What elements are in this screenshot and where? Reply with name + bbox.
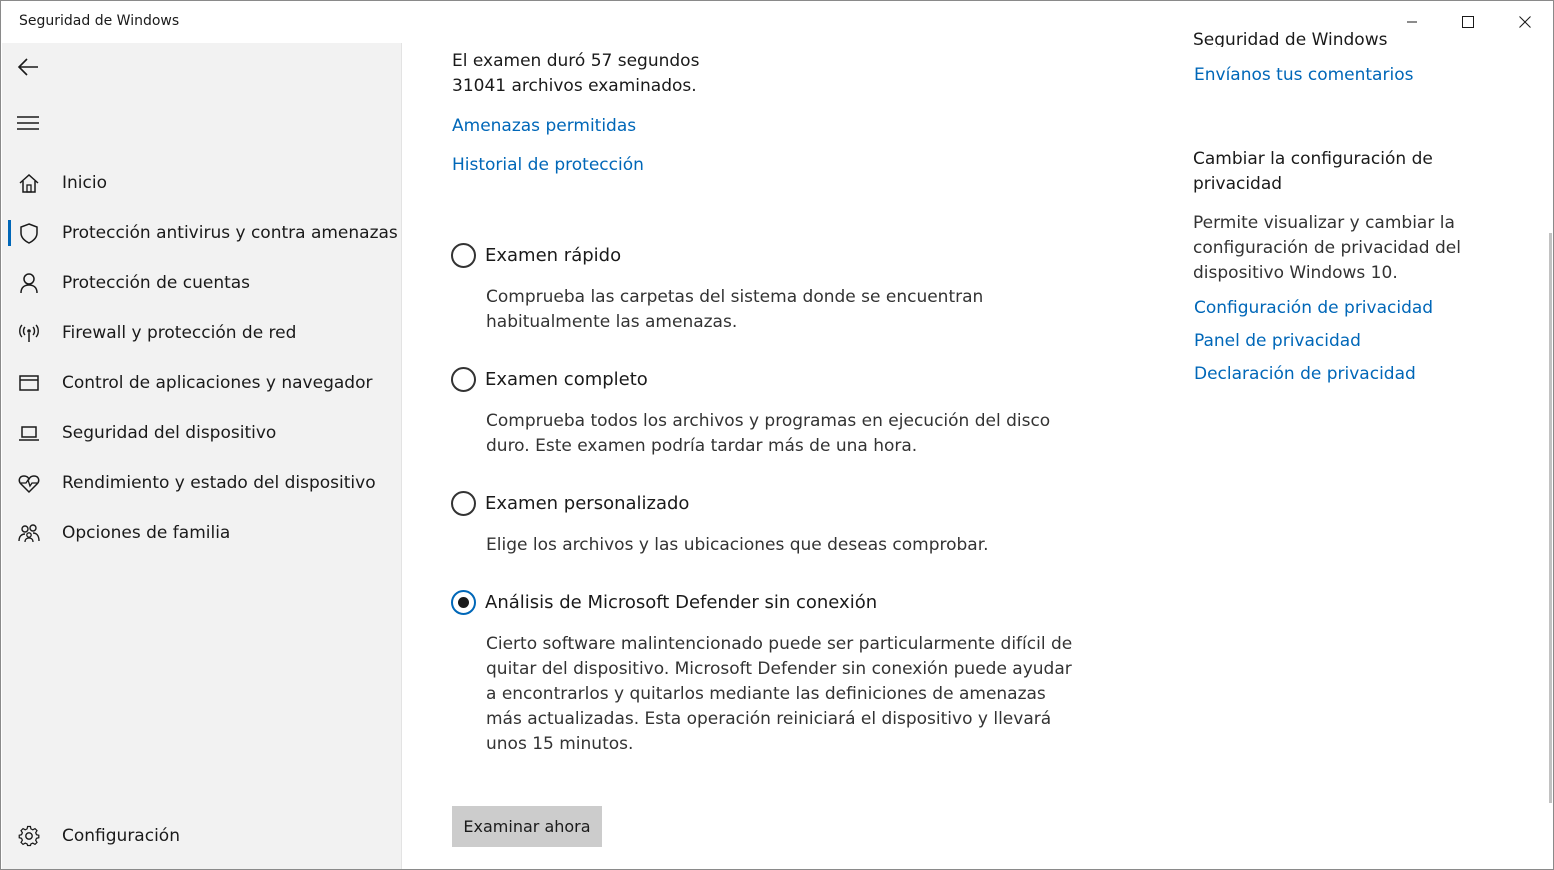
offline-scan-radio[interactable] (451, 589, 476, 615)
sidebar-item-app-browser-control[interactable]: Control de aplicaciones y navegador (2, 360, 401, 406)
sidebar-item-settings[interactable]: Configuración (2, 813, 401, 859)
main-content: El examen duró 57 segundos 31041 archivo… (403, 30, 1553, 869)
full-scan-description: Comprueba todos los archivos y programas… (486, 411, 1051, 456)
sidebar-item-accounts[interactable]: Protección de cuentas (2, 260, 401, 306)
custom-scan-description: Elige los archivos y las ubicaciones que… (486, 535, 989, 555)
sidebar-item-label: Rendimiento y estado del dispositivo (62, 473, 376, 493)
sidebar-item-family-options[interactable]: Opciones de familia (2, 510, 401, 556)
person-icon (17, 271, 41, 295)
sidebar-item-label: Configuración (62, 826, 180, 846)
sidebar-item-label: Protección de cuentas (62, 273, 251, 293)
gear-icon (17, 824, 41, 848)
offline-scan-label: Análisis de Microsoft Defender sin conex… (485, 591, 878, 613)
close-button[interactable] (1497, 1, 1553, 43)
sidebar-item-label: Protección antivirus y contra amenazas (62, 223, 398, 243)
privacy-text: Permite visualizar y cambiar la configur… (1193, 213, 1461, 283)
scan-duration-text: El examen duró 57 segundos (452, 51, 700, 71)
sidebar-item-inicio[interactable]: Inicio (2, 160, 401, 206)
feedback-link[interactable]: Envíanos tus comentarios (1194, 63, 1413, 88)
custom-scan-radio[interactable] (451, 490, 476, 516)
app-window: Seguridad de Windows Inicio Protección a… (0, 0, 1554, 870)
protection-history-link[interactable]: Historial de protección (452, 153, 644, 178)
full-scan-label: Examen completo (485, 368, 648, 390)
quick-scan-radio[interactable] (451, 242, 476, 268)
full-scan-option[interactable]: Examen completo (451, 365, 648, 393)
privacy-statement-link[interactable]: Declaración de privacidad (1194, 362, 1416, 387)
heart-pulse-icon (17, 471, 41, 495)
sidebar: Inicio Protección antivirus y contra ame… (2, 43, 402, 869)
sidebar-item-firewall[interactable]: Firewall y protección de red (2, 310, 401, 356)
custom-scan-label: Examen personalizado (485, 492, 690, 514)
back-arrow-icon (17, 58, 38, 76)
browser-window-icon (17, 371, 41, 395)
quick-scan-description: Comprueba las carpetas del sistema donde… (486, 287, 984, 332)
back-button[interactable] (10, 49, 46, 85)
scan-now-button[interactable]: Examinar ahora (452, 806, 602, 847)
sidebar-item-device-security[interactable]: Seguridad del dispositivo (2, 410, 401, 456)
family-icon (17, 521, 41, 545)
clipped-heading-text: Seguridad de Windows (1193, 30, 1388, 47)
offline-scan-description: Cierto software malintencionado puede se… (486, 634, 1073, 754)
full-scan-radio[interactable] (451, 366, 476, 392)
hamburger-icon (17, 116, 39, 130)
sidebar-item-label: Seguridad del dispositivo (62, 423, 277, 443)
quick-scan-label: Examen rápido (485, 244, 622, 266)
sidebar-item-label: Inicio (62, 173, 107, 193)
privacy-dashboard-link[interactable]: Panel de privacidad (1194, 329, 1361, 354)
scrollbar-thumb[interactable] (1549, 233, 1552, 803)
sidebar-item-label: Firewall y protección de red (62, 323, 297, 343)
menu-button[interactable] (10, 105, 46, 141)
offline-scan-option[interactable]: Análisis de Microsoft Defender sin conex… (451, 588, 877, 616)
laptop-icon (17, 421, 41, 445)
shield-icon (17, 221, 41, 245)
close-icon (1519, 16, 1531, 28)
quick-scan-option[interactable]: Examen rápido (451, 241, 621, 269)
sidebar-item-label: Control de aplicaciones y navegador (62, 373, 373, 393)
sidebar-item-device-performance[interactable]: Rendimiento y estado del dispositivo (2, 460, 401, 506)
clipped-heading: Seguridad de Windows (1193, 27, 1493, 47)
home-icon (17, 171, 41, 195)
privacy-settings-link[interactable]: Configuración de privacidad (1194, 296, 1433, 321)
sidebar-item-label: Opciones de familia (62, 523, 231, 543)
custom-scan-option[interactable]: Examen personalizado (451, 489, 689, 517)
window-title: Seguridad de Windows (19, 13, 180, 29)
wireless-icon (17, 321, 41, 345)
sidebar-item-virus-protection[interactable]: Protección antivirus y contra amenazas (2, 210, 401, 256)
privacy-heading: Cambiar la configuración de privacidad (1193, 149, 1433, 194)
files-scanned-text: 31041 archivos examinados. (452, 76, 697, 96)
allowed-threats-link[interactable]: Amenazas permitidas (452, 114, 636, 139)
